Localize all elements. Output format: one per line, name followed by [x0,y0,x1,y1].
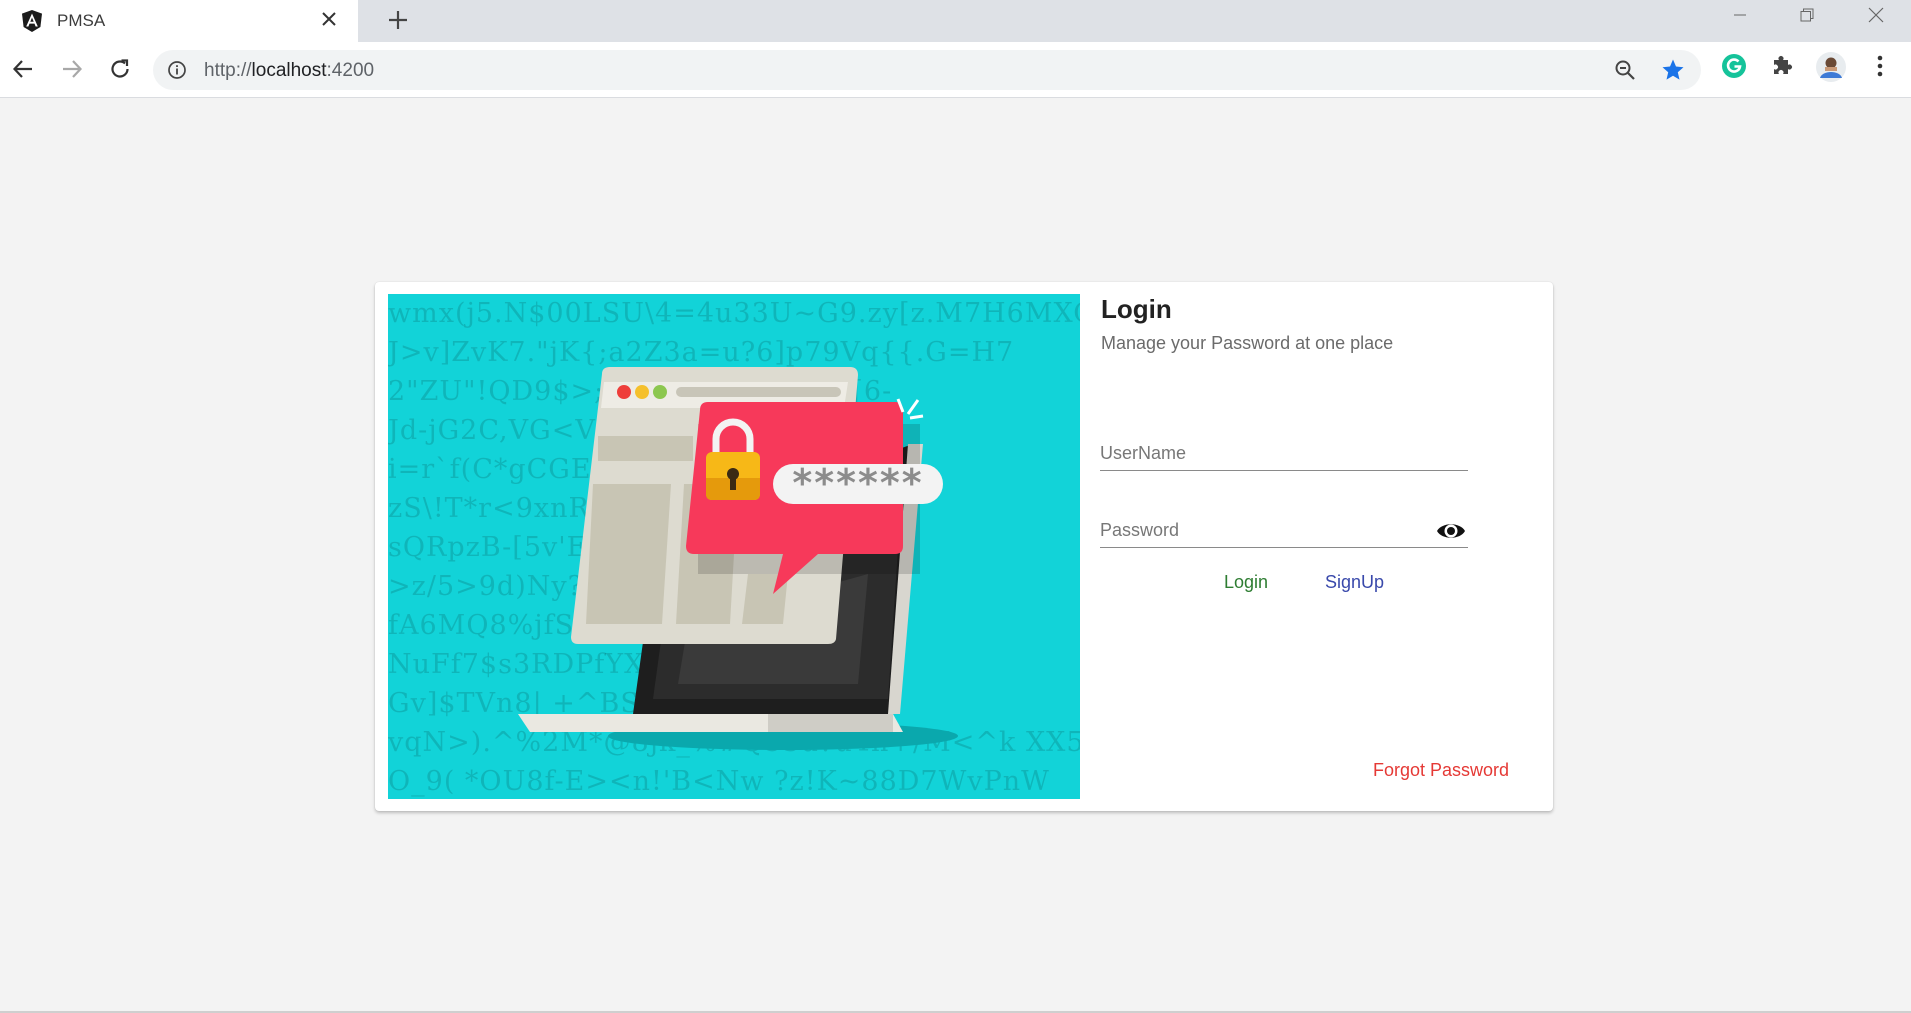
url-text: http://localhost:4200 [204,60,375,81]
grammarly-extension-icon[interactable] [1720,52,1748,80]
angular-logo-icon [22,10,42,32]
browser-tab[interactable]: PMSA [0,0,358,42]
close-tab-icon[interactable] [318,8,340,30]
login-subtitle: Manage your Password at one place [1101,333,1394,353]
login-card: wmx(j5.N$00LSU\4=4u33U~G9.zy[z.M7H6MXCA6… [375,282,1553,811]
extensions-puzzle-icon[interactable] [1768,52,1796,80]
username-input[interactable] [1100,443,1420,464]
minimize-window-icon[interactable] [1712,0,1768,30]
login-button[interactable]: Login [1224,572,1268,593]
password-mask-text: ****** [792,461,923,505]
profile-avatar[interactable] [1815,51,1847,83]
browser-toolbar: http://localhost:4200 [0,42,1911,98]
close-window-icon[interactable] [1848,0,1904,30]
signup-button[interactable]: SignUp [1325,572,1384,593]
show-password-eye-icon[interactable] [1436,519,1466,543]
zoom-out-icon[interactable] [1613,58,1637,82]
hero-illustration: wmx(j5.N$00LSU\4=4u33U~G9.zy[z.M7H6MXCA6… [388,294,1080,799]
password-field[interactable] [1100,507,1468,548]
bookmark-star-icon[interactable] [1661,58,1685,82]
security-laptop-illustration: ****** [518,367,958,750]
login-title: Login [1101,294,1172,324]
address-bar[interactable]: http://localhost:4200 [153,50,1701,90]
tab-strip: PMSA [0,0,1911,42]
forgot-password-link[interactable]: Forgot Password [1373,760,1509,781]
username-field[interactable] [1100,430,1468,471]
browser-menu-icon[interactable] [1866,52,1894,80]
new-tab-plus-icon[interactable] [382,4,414,36]
site-info-icon[interactable] [167,60,187,80]
restore-window-icon[interactable] [1779,0,1835,30]
reload-icon[interactable] [103,52,137,86]
forward-arrow-icon[interactable] [55,52,89,86]
back-arrow-icon[interactable] [6,52,40,86]
password-input[interactable] [1100,520,1420,541]
tab-title: PMSA [57,11,106,30]
